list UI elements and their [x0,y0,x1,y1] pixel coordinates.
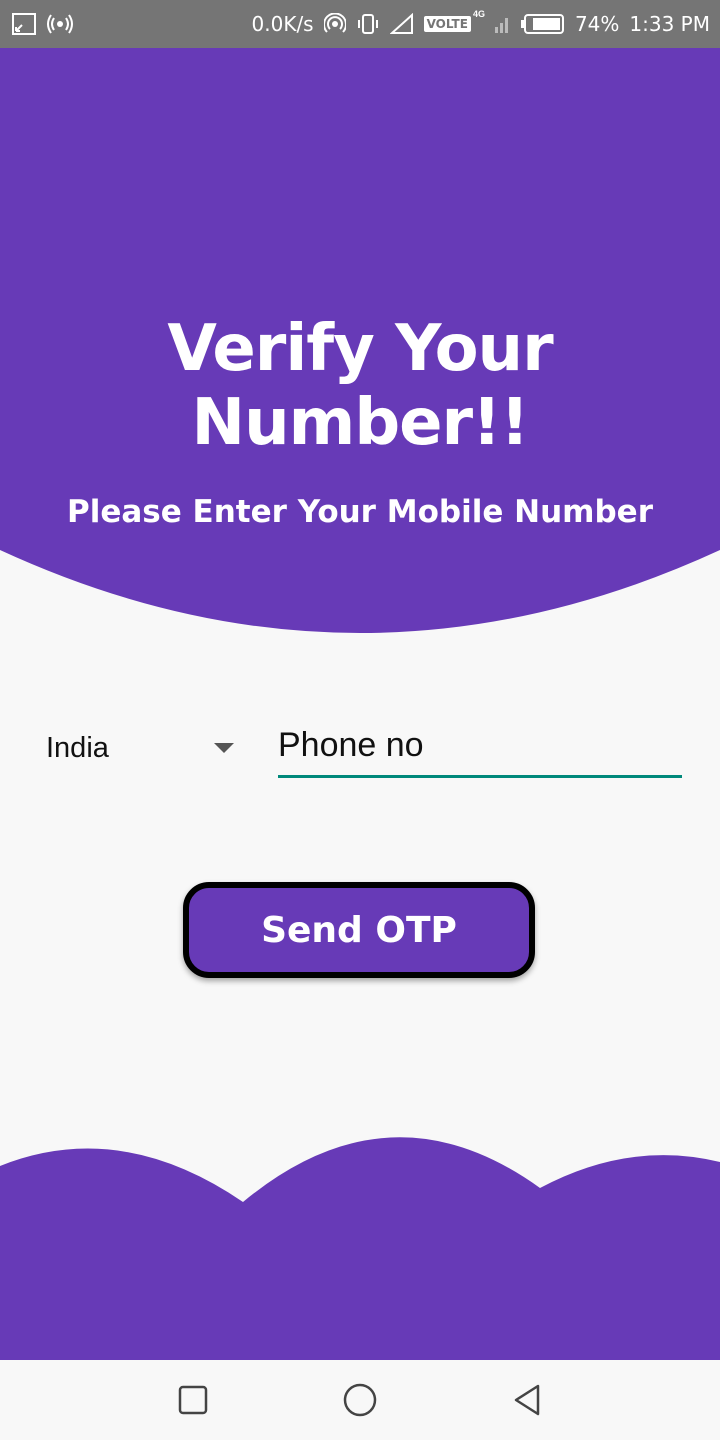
footer-waves [0,1137,720,1362]
signal-icon [389,13,414,35]
network-speed: 0.0K/s [251,12,314,36]
signal-bars-icon [494,13,511,35]
page-subtitle: Please Enter Your Mobile Number [66,494,653,530]
recents-square-icon[interactable] [163,1370,223,1430]
battery-icon [520,13,565,35]
wifi-hotspot-icon [46,13,74,35]
network-type: 4G [472,9,485,19]
clock: 1:33 PM [629,12,710,36]
battery-percent: 74% [574,12,620,36]
phone-number-input[interactable] [278,722,682,778]
status-right: 0.0K/s VOLTE 4G 74% 1:33 PM [251,9,710,36]
vibrate-icon [356,13,380,35]
send-otp-button[interactable]: Send OTP [183,882,535,978]
volte-badge: VOLTE [423,16,471,32]
hotspot-icon [323,13,346,35]
dropdown-arrow-icon [214,743,234,753]
country-dropdown[interactable]: India [30,716,250,780]
back-triangle-icon[interactable] [497,1370,557,1430]
screen-cast-icon [12,13,36,35]
home-circle-icon[interactable] [330,1370,390,1430]
page-title: Verify Your Number!! [167,312,553,460]
navigation-bar [0,1360,720,1440]
country-selected-value: India [46,731,109,764]
status-bar: 0.0K/s VOLTE 4G 74% 1:33 PM [0,0,720,48]
status-left [12,13,74,35]
